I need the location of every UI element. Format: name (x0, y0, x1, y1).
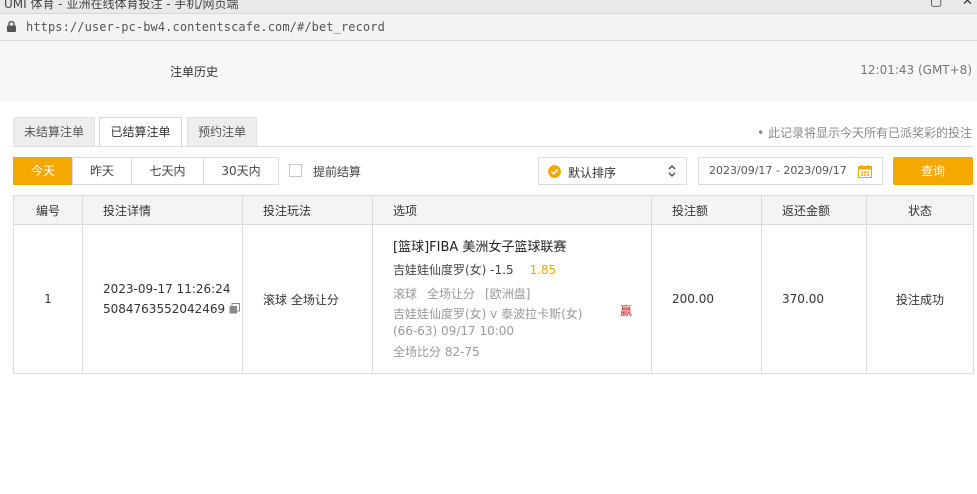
row-stake: 200.00 (651, 224, 762, 374)
col-header-play-type: 投注玩法 (242, 195, 373, 225)
bet-time: 2023-09-17 11:26:24 (103, 282, 231, 296)
settled-notice: • 此记录将显示今天所有已派奖彩的投注 (757, 126, 972, 140)
tab-reserved[interactable]: 预约注单 (187, 117, 257, 146)
sort-select[interactable]: 默认排序 (538, 157, 687, 185)
url-text[interactable]: https://user-pc-bw4.contentscafe.com/#/b… (26, 20, 385, 34)
copy-icon[interactable] (229, 303, 241, 314)
range-today-button[interactable]: 今天 (13, 157, 73, 185)
bet-tags: 滚球 全场让分 [欧洲盘] (393, 284, 651, 304)
pick-text: 吉娃娃仙度罗(女) -1.5 (393, 263, 514, 277)
clock: 12:01:43 (GMT+8) (860, 63, 972, 77)
table-header-row: 编号 投注详情 投注玩法 选项 投注额 返还金额 状态 (13, 195, 974, 225)
updown-arrow-icon (668, 165, 676, 177)
check-circle-icon (548, 165, 561, 178)
league-name: [篮球]FIBA 美洲女子篮球联赛 (393, 240, 567, 255)
row-status: 投注成功 (866, 224, 974, 374)
pick-line: 吉娃娃仙度罗(女) -1.5 1.85 (393, 260, 651, 280)
date-range-input[interactable]: 2023/09/17 - 2023/09/17 (698, 157, 883, 185)
col-header-index: 编号 (13, 195, 83, 225)
browser-titlebar: UMI 体育 - 亚洲在线体育投注 - 手机/网页端 ▢ ✕ (0, 0, 977, 14)
tag-odds-format: [欧洲盘] (485, 287, 531, 301)
range-7days-button[interactable]: 七天内 (131, 157, 204, 185)
tag-handicap: 全场让分 (427, 287, 476, 301)
col-header-status: 状态 (866, 195, 974, 225)
query-button[interactable]: 查询 (893, 157, 973, 185)
tab-unsettled[interactable]: 未结算注单 (13, 117, 95, 146)
final-score: 全场比分 82-75 (393, 345, 480, 359)
row-selection: [篮球]FIBA 美洲女子篮球联赛 吉娃娃仙度罗(女) -1.5 1.85 滚球全… (372, 224, 652, 374)
window-title: UMI 体育 - 亚洲在线体育投注 - 手机/网页端 (4, 0, 239, 11)
result-badge: 赢 (620, 304, 633, 318)
table-row: 1 2023-09-17 11:26:24 5084763552042469 滚… (13, 224, 974, 374)
tab-divider (13, 146, 973, 147)
odds-value: 1.85 (529, 263, 557, 277)
date-range-text: 2023/09/17 - 2023/09/17 (709, 164, 847, 177)
lock-icon (7, 21, 16, 32)
close-icon[interactable]: ✕ (962, 0, 973, 9)
page-title: 注单历史 (170, 65, 219, 79)
maximize-icon[interactable]: ▢ (930, 0, 942, 9)
col-header-detail: 投注详情 (82, 195, 243, 225)
page-header: 注单历史 12:01:43 (GMT+8) (0, 41, 977, 101)
col-header-selection: 选项 (372, 195, 652, 225)
calendar-icon[interactable] (858, 165, 872, 178)
bet-id: 5084763552042469 (103, 302, 226, 316)
tab-settled[interactable]: 已结算注单 (99, 117, 182, 147)
early-settle-checkbox[interactable] (289, 164, 302, 177)
range-yesterday-button[interactable]: 昨天 (72, 157, 132, 185)
col-header-return: 返还金额 (761, 195, 867, 225)
row-index: 1 (13, 224, 83, 374)
row-return: 370.00 (761, 224, 867, 374)
address-bar[interactable]: https://user-pc-bw4.contentscafe.com/#/b… (0, 14, 977, 41)
row-play-type: 滚球 全场让分 (242, 224, 373, 374)
tag-inplay: 滚球 (393, 287, 418, 301)
sort-label: 默认排序 (568, 166, 617, 180)
bet-id-line: 5084763552042469 (103, 299, 242, 319)
bet-record-table: 编号 投注详情 投注玩法 选项 投注额 返还金额 状态 1 2023-09-17… (13, 195, 974, 374)
row-detail: 2023-09-17 11:26:24 5084763552042469 (82, 224, 243, 374)
match-teams: 吉娃娃仙度罗(女) v 泰波拉卡斯(女) (66-63) 09/17 10:00 (393, 307, 583, 338)
range-30days-button[interactable]: 30天内 (203, 157, 279, 185)
early-settle-label: 提前结算 (313, 165, 362, 179)
col-header-stake: 投注额 (651, 195, 762, 225)
